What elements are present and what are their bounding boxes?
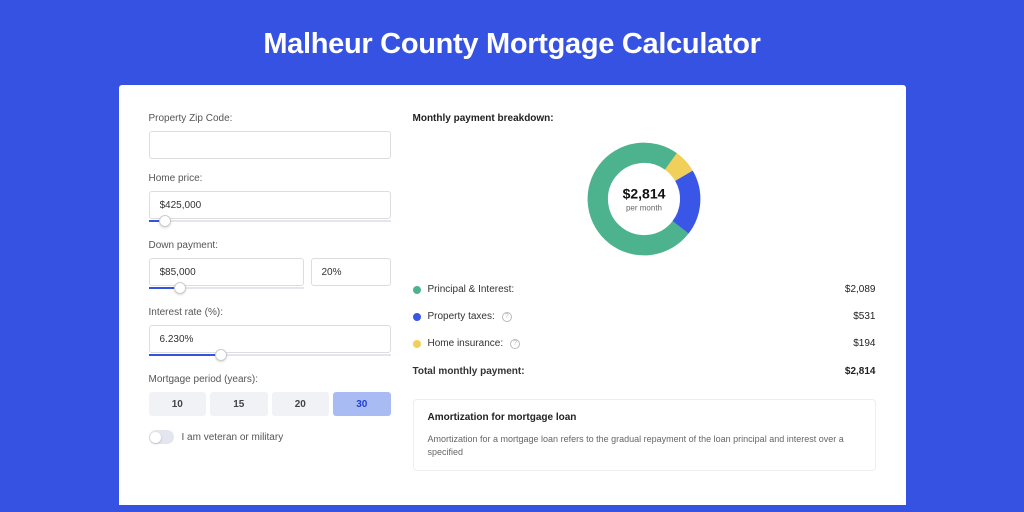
donut-container: $2,814 per month [413, 138, 876, 260]
line-value: $531 [853, 311, 875, 322]
period-button-30[interactable]: 30 [333, 392, 391, 416]
period-field: Mortgage period (years): 10 15 20 30 [149, 374, 391, 416]
donut-sub: per month [623, 204, 666, 213]
line-value: $194 [853, 338, 875, 349]
line-value: $2,089 [845, 284, 876, 295]
zip-input[interactable] [149, 131, 391, 159]
breakdown-title: Monthly payment breakdown: [413, 113, 876, 124]
down-payment-slider[interactable] [149, 285, 304, 293]
calculator-card: Property Zip Code: Home price: Down paym… [119, 85, 906, 505]
donut-center: $2,814 per month [623, 186, 666, 213]
down-payment-pct-input[interactable] [311, 258, 391, 286]
dot-icon [413, 340, 421, 348]
breakdown-column: Monthly payment breakdown: $2,814 per mo… [413, 113, 876, 505]
veteran-row: I am veteran or military [149, 430, 391, 444]
zip-field: Property Zip Code: [149, 113, 391, 159]
dot-icon [413, 286, 421, 294]
home-price-input[interactable] [149, 191, 391, 219]
down-payment-amount-input[interactable] [149, 258, 304, 286]
donut-amount: $2,814 [623, 186, 666, 202]
dot-icon [413, 313, 421, 321]
period-button-group: 10 15 20 30 [149, 392, 391, 416]
home-price-field: Home price: [149, 173, 391, 226]
amortization-text: Amortization for a mortgage loan refers … [428, 433, 861, 458]
interest-label: Interest rate (%): [149, 307, 391, 318]
slider-thumb-icon[interactable] [174, 282, 186, 294]
interest-field: Interest rate (%): [149, 307, 391, 360]
line-item-insurance: Home insurance: ? $194 [413, 330, 876, 357]
slider-thumb-icon[interactable] [159, 215, 171, 227]
page-background: Malheur County Mortgage Calculator Prope… [0, 0, 1024, 512]
period-button-10[interactable]: 10 [149, 392, 207, 416]
down-payment-field: Down payment: [149, 240, 391, 293]
line-item-principal: Principal & Interest: $2,089 [413, 276, 876, 303]
info-icon[interactable]: ? [510, 339, 520, 349]
home-price-slider[interactable] [149, 218, 391, 226]
payment-donut-chart: $2,814 per month [583, 138, 705, 260]
input-column: Property Zip Code: Home price: Down paym… [149, 113, 391, 505]
veteran-toggle[interactable] [149, 430, 174, 444]
period-button-20[interactable]: 20 [272, 392, 330, 416]
amortization-panel: Amortization for mortgage loan Amortizat… [413, 399, 876, 471]
zip-label: Property Zip Code: [149, 113, 391, 124]
line-label: Property taxes: [428, 311, 495, 322]
down-payment-label: Down payment: [149, 240, 391, 251]
home-price-label: Home price: [149, 173, 391, 184]
line-label: Principal & Interest: [428, 284, 515, 295]
interest-slider[interactable] [149, 352, 391, 360]
amortization-title: Amortization for mortgage loan [428, 412, 861, 423]
toggle-knob-icon [150, 432, 161, 443]
total-value: $2,814 [845, 366, 876, 377]
page-title: Malheur County Mortgage Calculator [55, 28, 969, 61]
info-icon[interactable]: ? [502, 312, 512, 322]
line-item-taxes: Property taxes: ? $531 [413, 303, 876, 330]
line-item-total: Total monthly payment: $2,814 [413, 357, 876, 385]
line-label: Home insurance: [428, 338, 504, 349]
period-button-15[interactable]: 15 [210, 392, 268, 416]
interest-input[interactable] [149, 325, 391, 353]
veteran-label: I am veteran or military [182, 432, 284, 443]
period-label: Mortgage period (years): [149, 374, 391, 385]
total-label: Total monthly payment: [413, 366, 525, 377]
slider-thumb-icon[interactable] [215, 349, 227, 361]
